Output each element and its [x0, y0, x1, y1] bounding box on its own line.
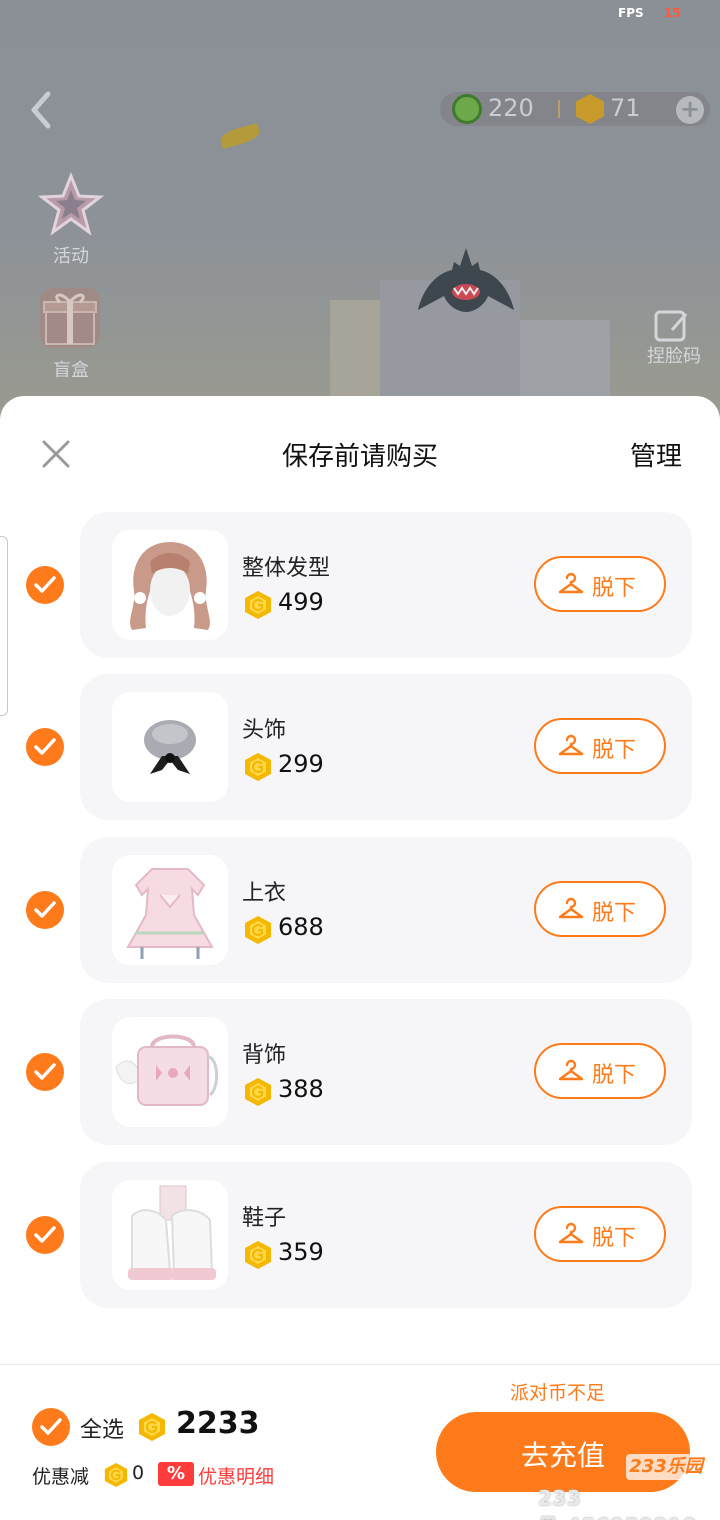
- activity-label: 活动: [53, 246, 89, 267]
- item-price: 499: [278, 588, 324, 616]
- select-all-label[interactable]: 全选: [80, 1412, 124, 1444]
- face-code-label: 捏脸码: [647, 346, 701, 367]
- hanger-icon: [558, 734, 584, 756]
- discount-detail-link[interactable]: 优惠明细: [198, 1462, 274, 1489]
- discount-value: 0: [132, 1462, 145, 1484]
- item-name: 头饰: [242, 718, 287, 743]
- item-checkbox[interactable]: [26, 1053, 64, 1091]
- total-price: 2233: [176, 1406, 260, 1441]
- back-accessory-thumbnail: [112, 1017, 228, 1127]
- coin-icon: [245, 916, 271, 944]
- item-card: 背饰 388 脱下: [80, 999, 692, 1145]
- g-coin-icon: [452, 94, 482, 124]
- item-price: 388: [278, 1075, 324, 1103]
- hairstyle-thumbnail: [112, 530, 228, 640]
- item-price: 688: [278, 913, 324, 941]
- remove-label: 脱下: [592, 901, 637, 926]
- item-price: 299: [278, 750, 324, 778]
- shark-character-icon: [418, 248, 514, 318]
- coin-icon: [139, 1413, 165, 1441]
- item-name: 背饰: [242, 1043, 287, 1068]
- hex-coin-balance: 71: [610, 94, 641, 122]
- item-price: 359: [278, 1238, 324, 1266]
- shoes-thumbnail: [112, 1180, 228, 1290]
- fps-label: FPS: [618, 6, 644, 20]
- hanger-icon: [558, 572, 584, 594]
- coin-icon: [104, 1463, 128, 1487]
- hanger-icon: [558, 1059, 584, 1081]
- sheet-title: 保存前请购买: [281, 442, 438, 472]
- coin-icon: [245, 591, 271, 619]
- recharge-button[interactable]: 去充值: [436, 1412, 690, 1492]
- item-checkbox[interactable]: [26, 566, 64, 604]
- item-checkbox[interactable]: [26, 1216, 64, 1254]
- coin-icon: [245, 1241, 271, 1269]
- remove-item-button[interactable]: 脱下: [534, 718, 666, 774]
- coin-icon: [245, 1078, 271, 1106]
- manage-button[interactable]: 管理: [630, 436, 682, 473]
- g-coin-balance: 220: [488, 94, 534, 122]
- item-name: 鞋子: [242, 1206, 287, 1231]
- item-checkbox[interactable]: [26, 891, 64, 929]
- watermark-id: 233号:456959210: [538, 1486, 696, 1520]
- item-name: 上衣: [242, 881, 287, 906]
- remove-label: 脱下: [592, 1226, 637, 1251]
- remove-item-button[interactable]: 脱下: [534, 1043, 666, 1099]
- discount-label: 优惠减: [32, 1466, 90, 1488]
- coin-icon: [245, 753, 271, 781]
- footer-divider: [0, 1364, 720, 1365]
- discount-percent-icon[interactable]: %: [158, 1462, 194, 1486]
- item-card: 头饰 299 脱下: [80, 674, 692, 820]
- select-all-checkbox[interactable]: [32, 1408, 70, 1446]
- item-card: 鞋子 359 脱下: [80, 1162, 692, 1308]
- watermark-logo: 233乐园: [626, 1454, 706, 1480]
- back-arrow-icon[interactable]: [24, 88, 60, 132]
- remove-label: 脱下: [592, 738, 637, 763]
- blindbox-label: 盲盒: [53, 360, 89, 381]
- currency-divider: [558, 100, 560, 118]
- item-name: 整体发型: [242, 556, 331, 581]
- remove-item-button[interactable]: 脱下: [534, 1206, 666, 1262]
- insufficient-balance-text: 派对币不足: [510, 1382, 606, 1404]
- item-card: 上衣 688 脱下: [80, 837, 692, 983]
- fps-value: 15: [664, 6, 681, 20]
- blindbox-gift-icon[interactable]: [40, 288, 100, 348]
- activity-star-icon[interactable]: [37, 171, 105, 238]
- hanger-icon: [558, 1222, 584, 1244]
- game-scene: [0, 0, 720, 420]
- remove-item-button[interactable]: 脱下: [534, 881, 666, 937]
- top-thumbnail: [112, 855, 228, 965]
- remove-label: 脱下: [592, 576, 637, 601]
- add-currency-button[interactable]: +: [676, 96, 704, 124]
- remove-label: 脱下: [592, 1063, 637, 1088]
- hanger-icon: [558, 897, 584, 919]
- item-card: 整体发型 499 脱下: [80, 512, 692, 658]
- headwear-thumbnail: [112, 692, 228, 802]
- edge-handle[interactable]: [0, 536, 8, 716]
- item-checkbox[interactable]: [26, 728, 64, 766]
- remove-item-button[interactable]: 脱下: [534, 556, 666, 612]
